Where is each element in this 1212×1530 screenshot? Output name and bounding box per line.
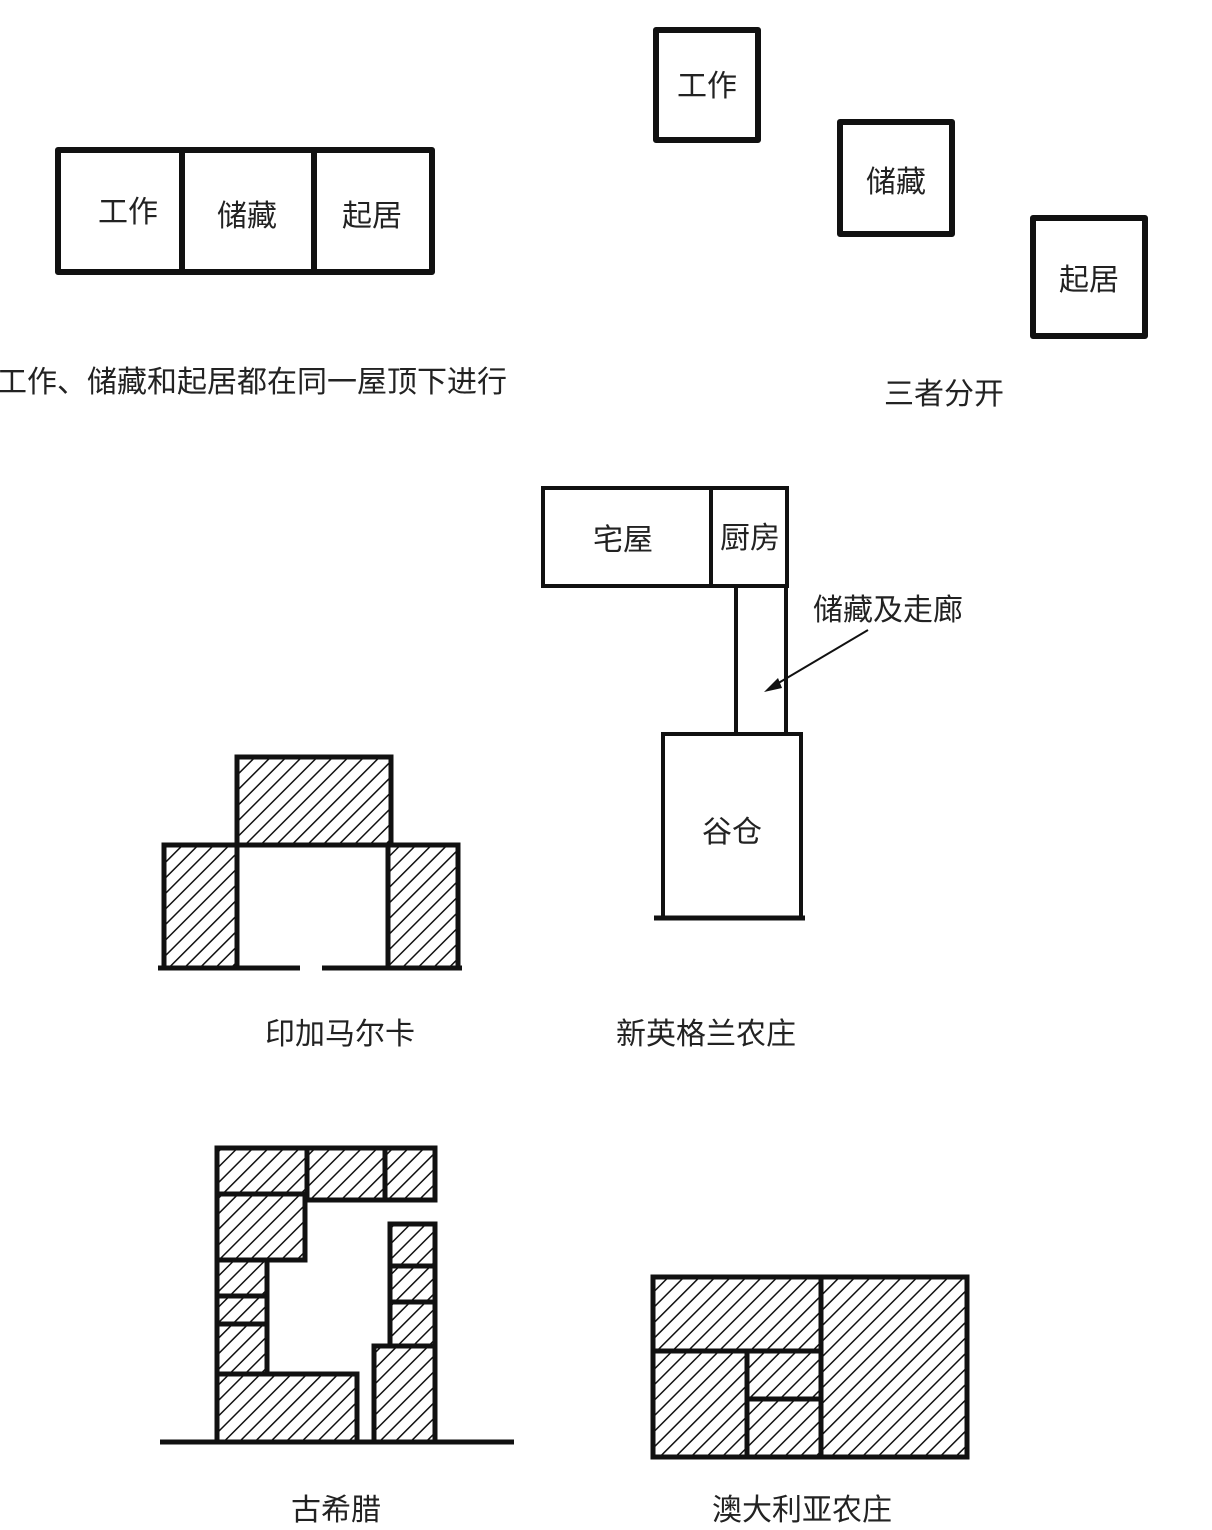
separated-room-living: 起居 [1059,263,1119,298]
combined-room-work: 工作 [98,195,158,230]
new-england-caption: 新英格兰农庄 [616,1017,796,1052]
new-england-diagram: 宅屋 厨房 储藏及走廊 谷仓 新英格兰农庄 [541,486,963,1052]
barn-label: 谷仓 [702,815,762,850]
inca-caption: 印加马尔卡 [265,1017,415,1052]
greece-room [214,1191,308,1263]
separated-caption: 三者分开 [884,377,1004,412]
greece-room [214,1257,270,1299]
greece-diagram: 古希腊 [160,1145,514,1528]
combined-caption: 工作、储藏和起居都在同一屋顶下进行 [0,365,507,400]
separated-diagram: 工作 储藏 起居 三者分开 [653,27,1148,412]
inca-back-building [234,754,394,848]
greece-room [382,1145,438,1203]
greece-room [387,1263,438,1305]
kitchen-label: 厨房 [720,521,780,556]
farm-layout-diagram: 工作 储藏 起居 工作、储藏和起居都在同一屋顶下进行 工作 储藏 起居 三者分开… [0,27,1148,1528]
inca-left-building [161,842,240,971]
australia-room [650,1274,824,1354]
corridor-label: 储藏及走廊 [813,593,963,628]
inca-right-building [385,842,461,971]
greece-caption: 古希腊 [291,1493,381,1528]
australia-room [744,1396,824,1460]
greece-room [387,1299,438,1349]
australia-caption: 澳大利亚农庄 [712,1493,892,1528]
greece-room [387,1221,438,1269]
separated-room-storage: 储藏 [866,165,926,200]
inca-diagram: 印加马尔卡 [158,754,462,1052]
corridor-block [734,584,788,736]
combined-room-living: 起居 [342,199,402,234]
greece-room [214,1293,270,1327]
greece-room [214,1321,270,1377]
australia-room [818,1274,970,1460]
greece-room [371,1343,438,1445]
combined-room-storage: 储藏 [217,199,277,234]
greece-room [304,1145,388,1203]
australia-diagram: 澳大利亚农庄 [650,1274,970,1528]
greece-room [214,1371,360,1445]
australia-room [744,1348,824,1402]
combined-diagram: 工作 储藏 起居 工作、储藏和起居都在同一屋顶下进行 [0,147,507,400]
australia-room [650,1348,750,1460]
greece-room [214,1145,310,1197]
separated-room-work: 工作 [677,69,737,104]
house-label: 宅屋 [593,523,653,558]
